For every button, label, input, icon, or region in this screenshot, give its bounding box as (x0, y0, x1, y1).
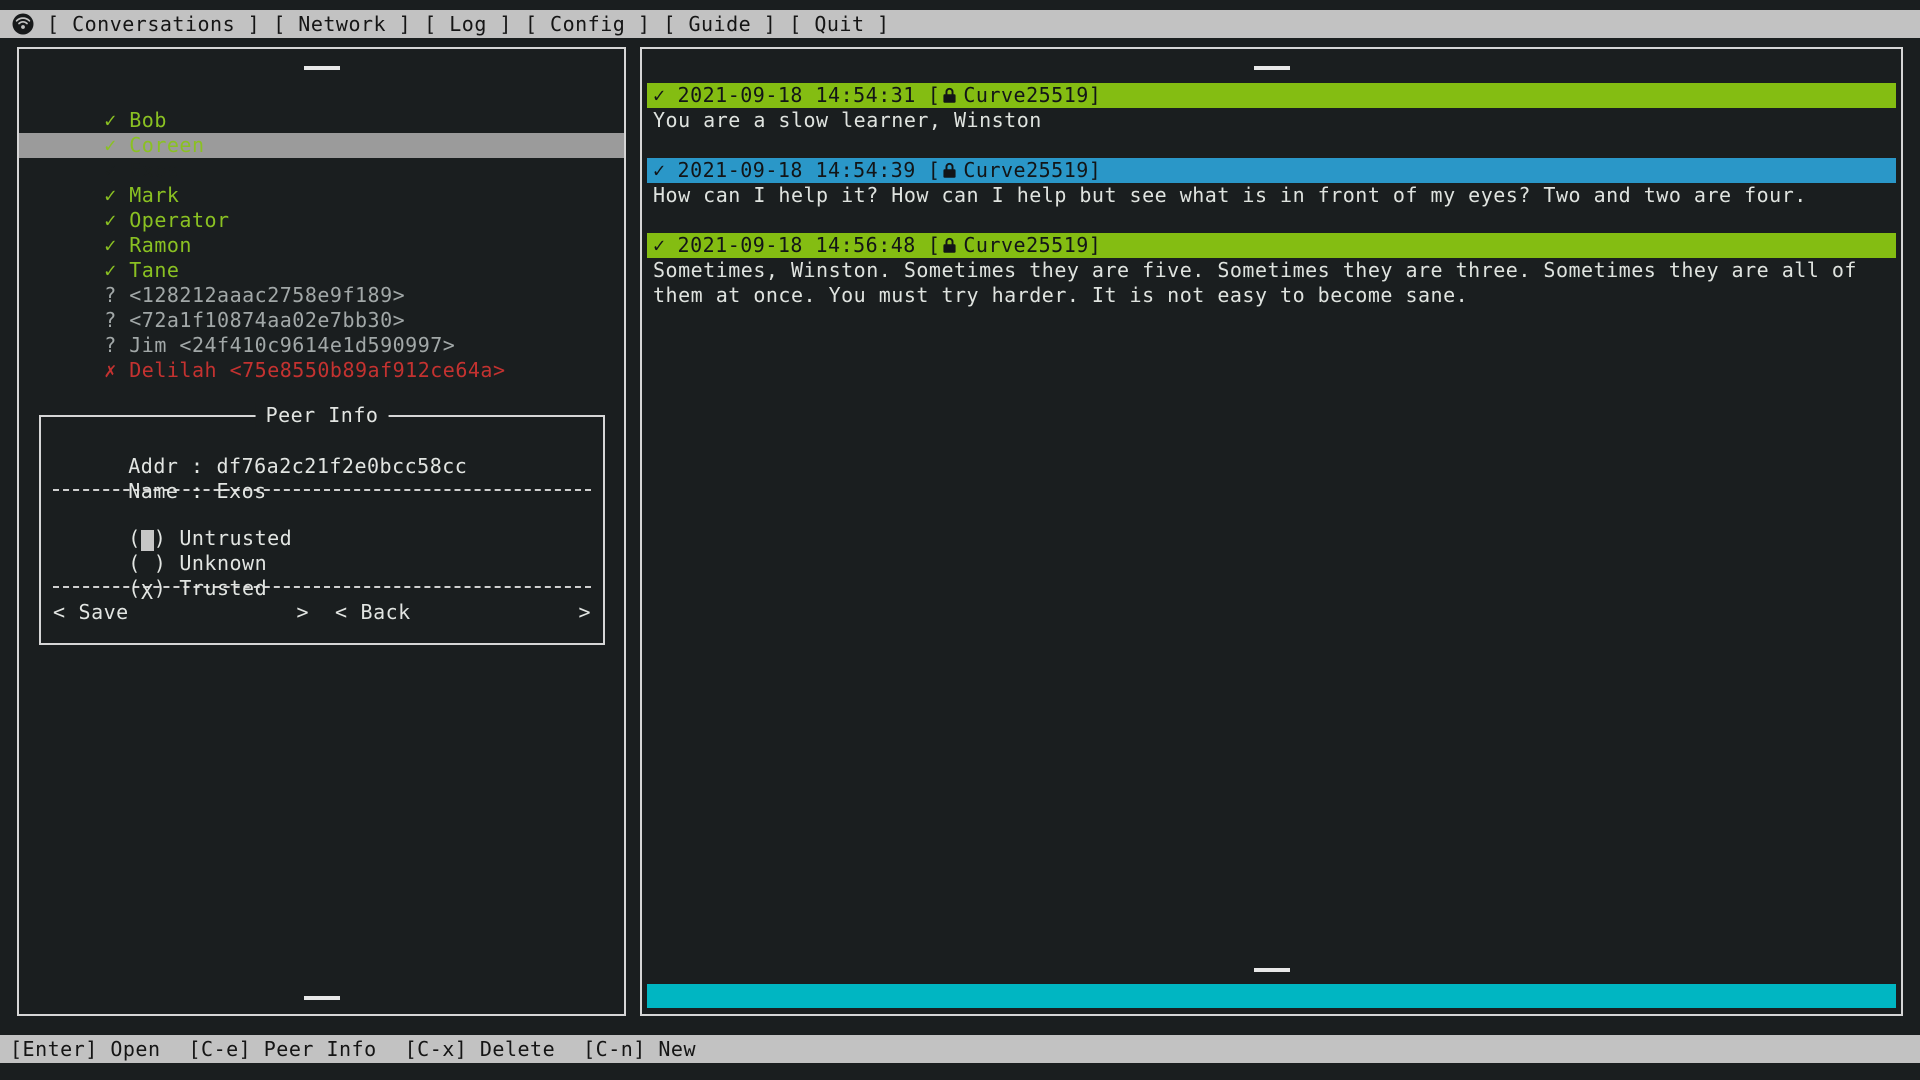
peer-name: Delilah <75e8550b89af912ce64a> (129, 358, 505, 382)
peer-info-box: Peer Info Addr :df76a2c21f2e0bcc58cc Nam… (39, 415, 605, 645)
save-button-label: Save (79, 600, 129, 625)
peer-list: ✓Bob ✓Coreen ✓Exos ✓Mark ✓Operator ✓Ramo… (19, 83, 624, 358)
lock-icon (942, 237, 957, 254)
message-list: ✓2021-09-18 14:54:31[Curve25519] You are… (642, 83, 1901, 333)
cipher-label: Curve25519 (963, 233, 1088, 258)
peer-name: Exos (129, 158, 179, 182)
save-button[interactable]: <Save> (53, 600, 309, 625)
back-button[interactable]: <Back> (335, 600, 591, 625)
verified-icon: ✓ (104, 108, 129, 133)
peer-addr-row: Addr :df76a2c21f2e0bcc58cc (53, 429, 591, 454)
menu-bar: [ Conversations ] [ Network ] [ Log ] [ … (0, 10, 1920, 38)
verified-icon: ✓ (104, 208, 129, 233)
message-timestamp: 2021-09-18 14:56:48 (678, 233, 916, 258)
verified-icon: ✓ (653, 233, 666, 258)
menu-item-quit[interactable]: [ Quit ] (789, 12, 889, 37)
verified-icon: ✓ (104, 233, 129, 258)
menu-item-network[interactable]: [ Network ] (273, 12, 411, 37)
lock-icon (942, 87, 957, 104)
scrollbar-indicator-bottom (1254, 968, 1290, 972)
radio-untrusted[interactable]: ( )Untrusted (53, 501, 591, 526)
distrusted-icon: ✗ (104, 358, 129, 383)
broadcast-icon (12, 13, 34, 35)
chat-message: ✓2021-09-18 14:56:48[Curve25519] Sometim… (647, 233, 1896, 308)
addr-value: df76a2c21f2e0bcc58cc (217, 454, 468, 478)
unknown-icon: ? (104, 333, 129, 358)
peer-name: Ramon (129, 233, 192, 257)
message-body: You are a slow learner, Winston (647, 108, 1896, 133)
peer-info-title: Peer Info (256, 403, 389, 428)
shortcut-delete: [C-x] Delete (405, 1037, 556, 1062)
peer-name: Bob (129, 108, 167, 132)
verified-icon: ✓ (104, 133, 129, 158)
menu-item-config[interactable]: [ Config ] (525, 12, 650, 37)
radio-mark-selected: X (141, 580, 154, 601)
peer-name: Jim <24f410c9614e1d590997> (129, 333, 455, 357)
peer-list-item-bob[interactable]: ✓Bob (19, 83, 624, 108)
radio-label: Untrusted (179, 526, 292, 550)
peer-name: Operator (129, 208, 229, 232)
unknown-icon: ? (104, 283, 129, 308)
chat-message: ✓2021-09-18 14:54:39[Curve25519] How can… (647, 158, 1896, 208)
message-header: ✓2021-09-18 14:54:39[Curve25519] (647, 158, 1896, 183)
scrollbar-indicator-top (304, 66, 340, 70)
unknown-icon: ? (104, 308, 129, 333)
radio-label: Trusted (179, 576, 267, 600)
peer-name: <72a1f10874aa02e7bb30> (129, 308, 405, 332)
message-body: Sometimes, Winston. Sometimes they are f… (647, 258, 1896, 308)
addr-label: Addr : (128, 454, 203, 478)
name-label: Name : (128, 479, 203, 503)
verified-icon: ✓ (104, 258, 129, 283)
menu-item-conversations[interactable]: [ Conversations ] (47, 12, 260, 37)
message-timestamp: 2021-09-18 14:54:31 (678, 83, 916, 108)
peer-name: Tane (129, 258, 179, 282)
back-button-label: Back (361, 600, 411, 625)
cipher-label: Curve25519 (963, 83, 1088, 108)
message-timestamp: 2021-09-18 14:54:39 (678, 158, 916, 183)
peer-info-buttons: <Save> <Back> (53, 600, 591, 625)
message-body: How can I help it? How can I help but se… (647, 183, 1896, 208)
peer-list-panel: ✓Bob ✓Coreen ✓Exos ✓Mark ✓Operator ✓Ramo… (17, 47, 626, 1016)
peer-name: <128212aaac2758e9f189> (129, 283, 405, 307)
conversation-panel: ✓2021-09-18 14:54:31[Curve25519] You are… (640, 47, 1903, 1016)
verified-icon: ✓ (653, 158, 666, 183)
shortcut-peer-info: [C-e] Peer Info (189, 1037, 377, 1062)
verified-icon: ✓ (653, 83, 666, 108)
status-bar: [Enter] Open [C-e] Peer Info [C-x] Delet… (0, 1035, 1920, 1063)
verified-icon: ✓ (104, 183, 129, 208)
cipher-label: Curve25519 (963, 158, 1088, 183)
lock-icon (942, 162, 957, 179)
verified-icon: ✓ (104, 158, 129, 183)
cursor-block (141, 530, 154, 551)
peer-name: Coreen (129, 133, 204, 157)
scrollbar-indicator-top (1254, 66, 1290, 70)
radio-mark (141, 555, 154, 576)
message-input-bar[interactable] (647, 984, 1896, 1008)
scrollbar-indicator-bottom (304, 996, 340, 1000)
peer-name: Mark (129, 183, 179, 207)
shortcut-new: [C-n] New (583, 1037, 696, 1062)
message-header: ✓2021-09-18 14:54:31[Curve25519] (647, 83, 1896, 108)
menu-item-guide[interactable]: [ Guide ] (663, 12, 776, 37)
message-header: ✓2021-09-18 14:56:48[Curve25519] (647, 233, 1896, 258)
chat-message: ✓2021-09-18 14:54:31[Curve25519] You are… (647, 83, 1896, 133)
radio-label: Unknown (179, 551, 267, 575)
menu-item-log[interactable]: [ Log ] (424, 12, 512, 37)
shortcut-open: [Enter] Open (10, 1037, 161, 1062)
name-value: Exos (217, 479, 267, 503)
